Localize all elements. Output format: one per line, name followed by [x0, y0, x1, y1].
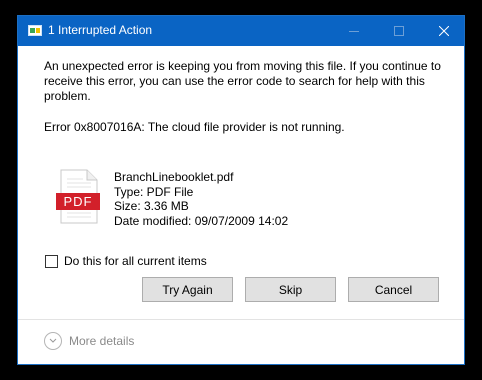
minimize-button[interactable] [331, 16, 376, 46]
dialog-body: An unexpected error is keeping you from … [18, 46, 464, 322]
skip-button[interactable]: Skip [245, 277, 336, 302]
more-details-toggle[interactable]: More details [44, 332, 134, 350]
apply-to-all-label[interactable]: Do this for all current items [64, 254, 207, 268]
more-details-label[interactable]: More details [69, 334, 134, 348]
close-button[interactable] [421, 16, 466, 46]
try-again-button[interactable]: Try Again [142, 277, 233, 302]
pdf-file-icon: PDF [56, 169, 100, 224]
file-details: BranchLinebooklet.pdf Type: PDF File Siz… [114, 170, 288, 228]
maximize-icon [393, 26, 404, 36]
error-message: An unexpected error is keeping you from … [44, 59, 441, 103]
close-icon [438, 26, 449, 36]
pdf-icon-label: PDF [64, 194, 93, 209]
cancel-button[interactable]: Cancel [348, 277, 439, 302]
checkbox-box[interactable] [45, 254, 58, 268]
apply-to-all-checkbox[interactable]: Do this for all current items [45, 254, 207, 268]
maximize-button[interactable] [376, 16, 421, 46]
interrupted-action-dialog: 1 Interrupted Action An unexpected error… [17, 15, 465, 365]
file-type: Type: PDF File [114, 184, 194, 199]
error-code-text: Error 0x8007016A: The cloud file provide… [44, 120, 345, 134]
file-date-modified: Date modified: 09/07/2009 14:02 [114, 213, 289, 228]
dialog-footer: More details [18, 319, 464, 364]
minimize-icon [348, 31, 359, 32]
chevron-down-icon [49, 338, 57, 343]
file-size: Size: 3.36 MB [114, 199, 189, 213]
file-operation-icon [28, 25, 42, 36]
expand-circle[interactable] [44, 332, 62, 350]
window-title: 1 Interrupted Action [48, 23, 153, 37]
title-bar[interactable]: 1 Interrupted Action [18, 16, 464, 46]
file-name: BranchLinebooklet.pdf [114, 170, 234, 184]
